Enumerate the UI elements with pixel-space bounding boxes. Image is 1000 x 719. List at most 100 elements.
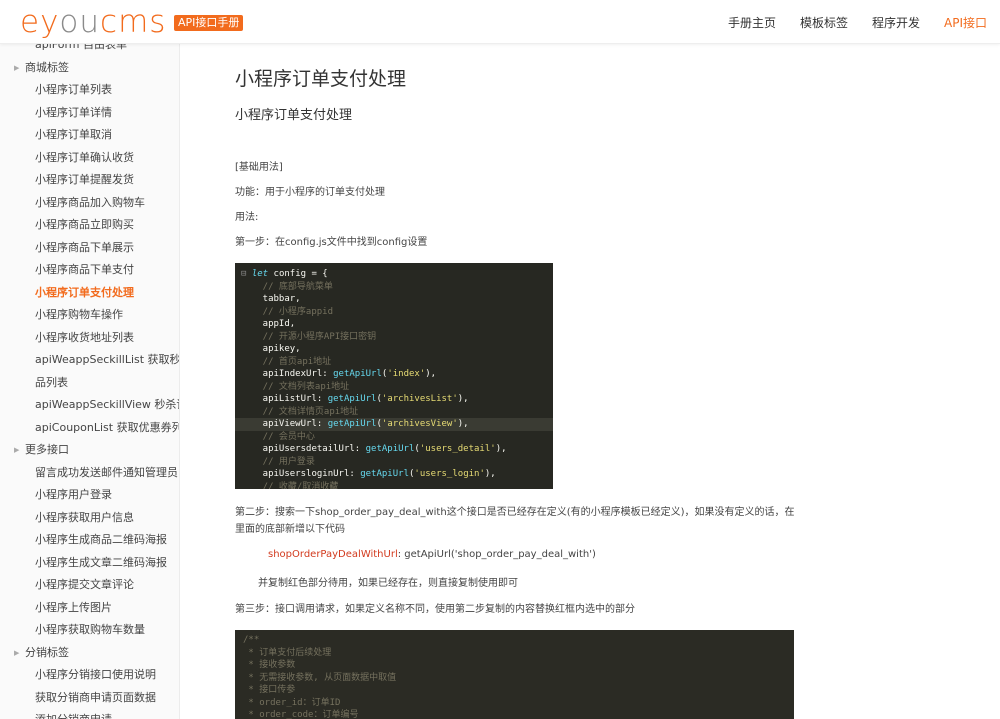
sidebar[interactable]: apiForm 自由表单 ▶ 商城标签 小程序订单列表 小程序订单详情 小程序订单取消 小程… [0,44,180,719]
main-content: 小程序订单支付处理 小程序订单支付处理 [基础用法] 功能：用于小程序的订单支付… [180,44,1000,719]
sidebar-item[interactable]: apiWeappSeckillView 秒杀详情 [0,394,179,417]
sidebar-item[interactable]: 小程序提交文章评论 [0,574,179,597]
page-title: 小程序订单支付处理 [235,68,407,90]
sidebar-item[interactable]: 小程序订单提醒发货 [0,169,179,192]
nav-link-2[interactable]: 程序开发 [872,14,920,31]
sidebar-category[interactable]: ▶ 分销标签 [0,642,179,665]
sidebar-item[interactable]: 小程序生成商品二维码海报 [0,529,179,552]
sidebar-item[interactable]: 小程序获取购物车数量 [0,619,179,642]
sidebar-item[interactable]: apiWeappSeckillList 获取秒杀商 [0,349,180,372]
fold-icon[interactable]: ⊟ [241,269,252,279]
main-nav: 手册主页模板标签程序开发API接口招聘手 [716,0,1000,44]
sidebar-item-label: 小程序订单支付处理 [35,285,134,299]
code-line: apikey, [241,344,301,354]
sidebar-item[interactable]: 小程序订单详情 [0,102,179,125]
sidebar-item-label: 小程序订单取消 [35,128,112,141]
expand-arrow-icon: ▶ [14,63,20,72]
nav-link-1[interactable]: 模板标签 [800,14,848,31]
sidebar-item-label: 小程序购物车操作 [35,308,123,321]
code-line: * order_code：订单编号 [243,710,359,719]
sidebar-category[interactable]: ▶ 商城标签 [0,57,179,80]
sidebar-item-label: 小程序商品立即购买 [35,218,134,231]
sidebar-item[interactable]: 小程序订单取消 [0,124,179,147]
code-line: // 收藏/取消收藏 [241,481,339,490]
sidebar-item-label: 小程序商品加入购物车 [35,195,145,209]
step2-text: 第二步：搜索一下shop_order_pay_deal_with这个接口是否已经… [235,507,795,535]
code-line: // 会员中心 [241,431,315,442]
sidebar-item[interactable]: 获取分销商申请页面数据 [0,687,179,710]
sidebar-item-label: 更多接口 [25,443,69,456]
code-line: appId, [241,319,296,329]
sidebar-item-label: 小程序订单确认收货 [35,150,134,164]
sidebar-item[interactable]: 品列表 [0,372,179,395]
sidebar-item-label: 小程序订单列表 [35,83,112,96]
step3-text: 第三步：接口调用请求，如果定义名称不同，使用第二步复制的内容替换红框内选中的部分 [235,604,635,615]
code-line: /** [243,635,260,645]
note-text: 并复制红色部分待用，如果已经存在，则直接复制使用即可 [258,578,518,589]
top-header: eyoucms API接口手册 手册主页模板标签程序开发API接口招聘手 [0,0,1000,44]
sidebar-item-label: 小程序商品下单支付 [35,263,134,276]
sidebar-item[interactable]: 小程序购物车操作 [0,304,179,327]
code-line: // 文档列表api地址 [241,381,350,392]
expand-arrow-icon: ▶ [14,648,20,657]
sidebar-item-label: 小程序获取购物车数量 [35,623,145,636]
code-line: // 用户登录 [241,456,315,467]
config-code-block: ⊟ let config = { // 底部导航菜单 tabbar, // 小程… [235,263,553,489]
request-code-block: /** * 订单支付后续处理 * 接收参数 * 无需接收参数, 从页面数据中取值… [235,630,794,719]
sidebar-item-label: 小程序商品下单展示 [35,240,134,254]
sidebar-item[interactable]: 小程序上传图片 [0,597,179,620]
sidebar-item-label: 添加分销商申请 [35,713,112,719]
function-text: 功能：用于小程序的订单支付处理 [235,187,385,198]
sidebar-item-label: 留言成功发送邮件通知管理员 [35,465,178,479]
sidebar-item[interactable]: 小程序商品下单支付 [0,259,179,282]
sidebar-item-label: 小程序生成商品二维码海报 [35,533,167,546]
sidebar-item[interactable]: apiForm 自由表单 [0,44,179,57]
code-line: // 底部导航菜单 [241,281,333,292]
code-line: apiViewUrl: getApiUrl('archivesView'), [235,418,553,431]
code-line: // 小程序appid [241,306,334,317]
sidebar-item[interactable]: 小程序商品立即购买 [0,214,179,237]
sidebar-list: apiForm 自由表单 ▶ 商城标签 小程序订单列表 小程序订单详情 小程序订单取消 小程… [0,44,180,719]
sidebar-item-label: 小程序提交文章评论 [35,578,134,591]
sidebar-item-label: 获取分销商申请页面数据 [35,690,156,704]
code-line: * 接收参数 [243,660,296,670]
code-line: * 订单支付后续处理 [243,647,332,658]
sidebar-item[interactable]: 小程序商品加入购物车 [0,192,179,215]
sidebar-item-label: 小程序分销接口使用说明 [35,668,156,681]
eyoucms-logo[interactable]: eyoucms [20,6,166,38]
code-line: tabbar, [241,294,301,304]
sidebar-item-label: 小程序收货地址列表 [35,330,134,344]
sidebar-item[interactable]: 添加分销商申请 [0,709,179,719]
sidebar-item-label: apiWeappSeckillView 秒杀详情 [35,398,179,411]
nav-link-0[interactable]: 手册主页 [728,14,776,31]
sidebar-item-label: 小程序上传图片 [35,600,112,614]
sidebar-item[interactable]: 小程序商品下单展示 [0,237,179,260]
code-line: apiIndexUrl: getApiUrl('index'), [241,369,437,379]
sidebar-item[interactable]: 小程序分销接口使用说明 [0,664,179,687]
sidebar-item[interactable]: apiCouponList 获取优惠券列表 [0,417,179,440]
sidebar-item[interactable]: 留言成功发送邮件通知管理员 [0,462,179,485]
sidebar-item-label: apiWeappSeckillList 获取秒杀商 [35,353,180,366]
sidebar-item[interactable]: 小程序用户登录 [0,484,179,507]
sidebar-item[interactable]: 小程序订单支付处理 [0,282,179,305]
code-line: apiUsersdetailUrl: getApiUrl('users_deta… [241,444,507,454]
expand-arrow-icon: ▶ [14,446,20,454]
sidebar-item-label: 小程序用户登录 [35,488,112,501]
code-snippet-line: shopOrderPayDealWithUrl: getApiUrl('shop… [268,549,596,560]
code-line: ⊟ let config = { [241,269,328,279]
sidebar-item-label: 小程序订单提醒发货 [35,173,134,186]
sidebar-item-label: 商城标签 [25,60,69,74]
code-line: apiListUrl: getApiUrl('archivesList'), [241,394,469,404]
sidebar-item-label: 品列表 [35,375,68,389]
sidebar-item[interactable]: 小程序生成文章二维码海报 [0,552,179,575]
sidebar-item-label: 分销标签 [25,645,69,659]
nav-link-3[interactable]: API接口 [944,14,987,31]
sidebar-item[interactable]: 小程序订单确认收货 [0,147,179,170]
code-line: // 文档详情页api地址 [241,406,359,417]
sidebar-item[interactable]: 小程序订单列表 [0,79,179,102]
sidebar-item[interactable]: 小程序收货地址列表 [0,327,179,350]
sidebar-item-label: apiForm 自由表单 [35,44,127,51]
sidebar-category[interactable]: ▶ 更多接口 [0,439,179,462]
code-snippet-value: : getApiUrl('shop_order_pay_deal_with') [397,549,596,560]
sidebar-item[interactable]: 小程序获取用户信息 [0,507,179,530]
